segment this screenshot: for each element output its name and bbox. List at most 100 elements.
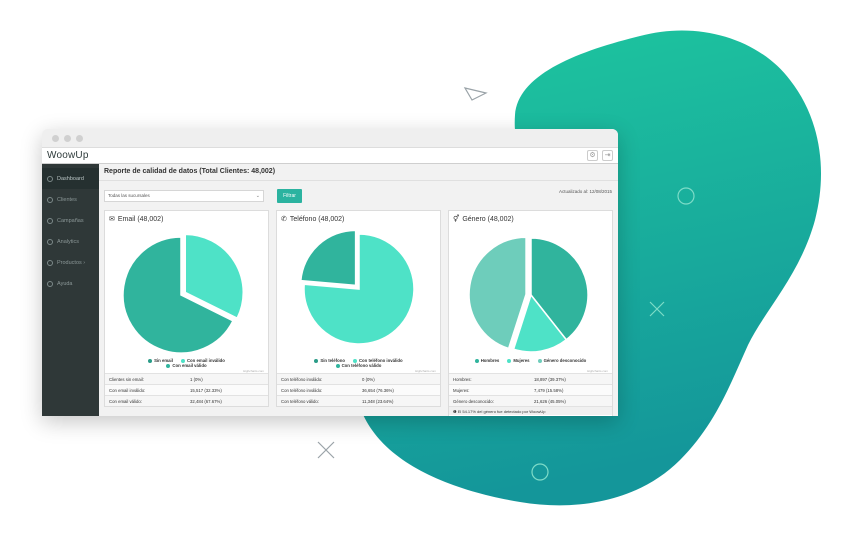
legend-swatch [180,358,185,363]
row-value: 0 (0%) [362,376,375,382]
table-row: Clientes sin email: 1 (0%) [105,373,268,384]
page-title: Reporte de calidad de datos (Total Clien… [104,168,276,175]
table-row: Género desconocido: 21,626 (45.05%) [449,395,612,406]
sidebar-item-productos[interactable]: Productos › [42,252,99,273]
sidebar-item-clientes[interactable]: Clientes [42,189,99,210]
row-label: Con teléfono inválido: [281,376,323,382]
branch-select-value: Todas las sucursales [108,193,150,198]
row-value: 11,348 (23.64%) [362,398,394,404]
dashboard-icon [47,175,53,182]
chart-legend: Sin teléfono Con teléfono inválido Con t… [277,358,440,368]
main-content: Reporte de calidad de datos (Total Clien… [99,164,618,416]
legend-swatch [474,358,479,363]
sidebar-item-label: Analytics [57,238,80,245]
row-label: Hombres: [453,376,472,382]
megaphone-icon [47,217,53,224]
app-window: WoowUp ⚙ ⇥ Dashboard Clientes Campañas A… [42,129,618,416]
table-row: Hombres: 18,897 (39.37%) [449,373,612,384]
legend-item[interactable]: Género desconocido [537,358,587,363]
branch-select[interactable]: Todas las sucursales ⌄ [104,190,264,202]
row-value: 18,897 (39.37%) [534,376,566,382]
sidebar-item-dashboard[interactable]: Dashboard [42,168,99,189]
legend-item[interactable]: Con email válido [166,363,207,368]
app-header: WoowUp ⚙ ⇥ [42,148,618,164]
row-label: Con teléfono inválido: [281,387,323,393]
sidebar: Dashboard Clientes Campañas Analytics Pr… [42,164,99,416]
row-value: 1 (0%) [190,376,203,382]
logout-icon[interactable]: ⇥ [602,150,613,161]
header-actions: ⚙ ⇥ [587,150,613,161]
row-value: 15,517 (32.33%) [190,387,222,393]
analytics-icon [47,238,53,245]
legend-swatch [166,363,171,368]
table-row: Con teléfono válido: 11,348 (23.64%) [277,395,440,406]
legend-label: Con email válido [172,363,207,368]
app-body: Dashboard Clientes Campañas Analytics Pr… [42,164,618,416]
panel-title: ⚥ Género (48,002) [453,215,514,224]
panel-title: ✆ Teléfono (48,002) [281,215,344,224]
legend-item[interactable]: Hombres [474,358,499,363]
window-titlebar [42,129,618,148]
app-logo[interactable]: WoowUp [47,150,89,161]
table-row: Con teléfono inválido: 36,654 (76.36%) [277,384,440,395]
table-row: Con email inválido: 15,517 (32.33%) [105,384,268,395]
gender-detection-note: ❶ El 54.17% del género fue detectado por… [449,406,612,415]
pie-slice-con-tel-fono-v-lido[interactable] [300,229,357,287]
users-icon [47,196,53,203]
chevron-down-icon: ⌄ [255,193,260,199]
sidebar-item-label: Campañas [57,217,84,224]
sidebar-item-analytics[interactable]: Analytics [42,231,99,252]
table-row: Mujeres: 7,479 (15.58%) [449,384,612,395]
panel-title: ✉ Email (48,002) [109,215,164,224]
legend-item[interactable]: Mujeres [507,358,530,363]
email-pie-chart[interactable] [105,229,270,361]
email-panel: ✉ Email (48,002) Sin email Con email inv… [104,210,269,407]
panel-title-text: Email (48,002) [117,215,164,223]
stats-table: Clientes sin email: 1 (0%) Con email invá… [105,373,268,406]
legend-item[interactable]: Con teléfono válido [335,363,382,368]
legend-label: Género desconocido [543,358,587,363]
sidebar-item-campanas[interactable]: Campañas [42,210,99,231]
pie-slice-g-nero-desconocido[interactable] [468,236,527,350]
sidebar-item-label: Dashboard [57,175,84,182]
row-label: Clientes sin email: [109,376,144,382]
legend-swatch [537,358,542,363]
legend-swatch [507,358,512,363]
row-value: 32,484 (67.67%) [190,398,222,404]
sidebar-item-ayuda[interactable]: Ayuda [42,273,99,294]
legend-label: Mujeres [513,358,530,363]
stats-table: Con teléfono inválido: 0 (0%) Con teléfon… [277,373,440,406]
window-minimize-dot[interactable] [64,134,71,142]
sidebar-item-label: Clientes [57,196,77,203]
help-icon [47,280,53,287]
settings-icon[interactable]: ⚙ [587,150,598,161]
envelope-icon: ✉ [109,216,115,223]
cross-decoration-2 [317,441,335,459]
legend-label: Con teléfono válido [341,363,382,368]
stats-table: Hombres: 18,897 (39.37%) Mujeres: 7,479 (1… [449,373,612,415]
stage: WoowUp ⚙ ⇥ Dashboard Clientes Campañas A… [0,0,860,541]
row-value: 36,654 (76.36%) [362,387,394,393]
gender-icon: ⚥ [453,216,460,223]
row-label: Mujeres: [453,387,470,393]
row-label: Con email inválido: [109,387,146,393]
legend-swatch [148,358,153,363]
updated-date: Actualizado al: 12/08/2015 [558,189,612,194]
phone-icon: ✆ [281,216,287,223]
row-value: 7,479 (15.58%) [534,387,564,393]
phone-panel: ✆ Teléfono (48,002) Sin teléfono Con tel… [276,210,441,407]
window-close-dot[interactable] [52,134,59,142]
circle-decoration-2 [531,463,549,481]
filter-button[interactable]: Filtrar [277,189,302,203]
gender-pie-chart[interactable] [449,229,614,361]
phone-pie-chart[interactable] [277,229,442,361]
triangle-decoration [463,87,488,101]
title-divider [99,180,618,181]
cross-decoration [649,301,665,317]
window-maximize-dot[interactable] [76,134,83,142]
row-label: Con email válido: [109,398,142,404]
sidebar-item-label: Ayuda [57,280,73,287]
legend-swatch [314,358,319,363]
products-icon [47,259,53,266]
table-row: Con teléfono inválido: 0 (0%) [277,373,440,384]
